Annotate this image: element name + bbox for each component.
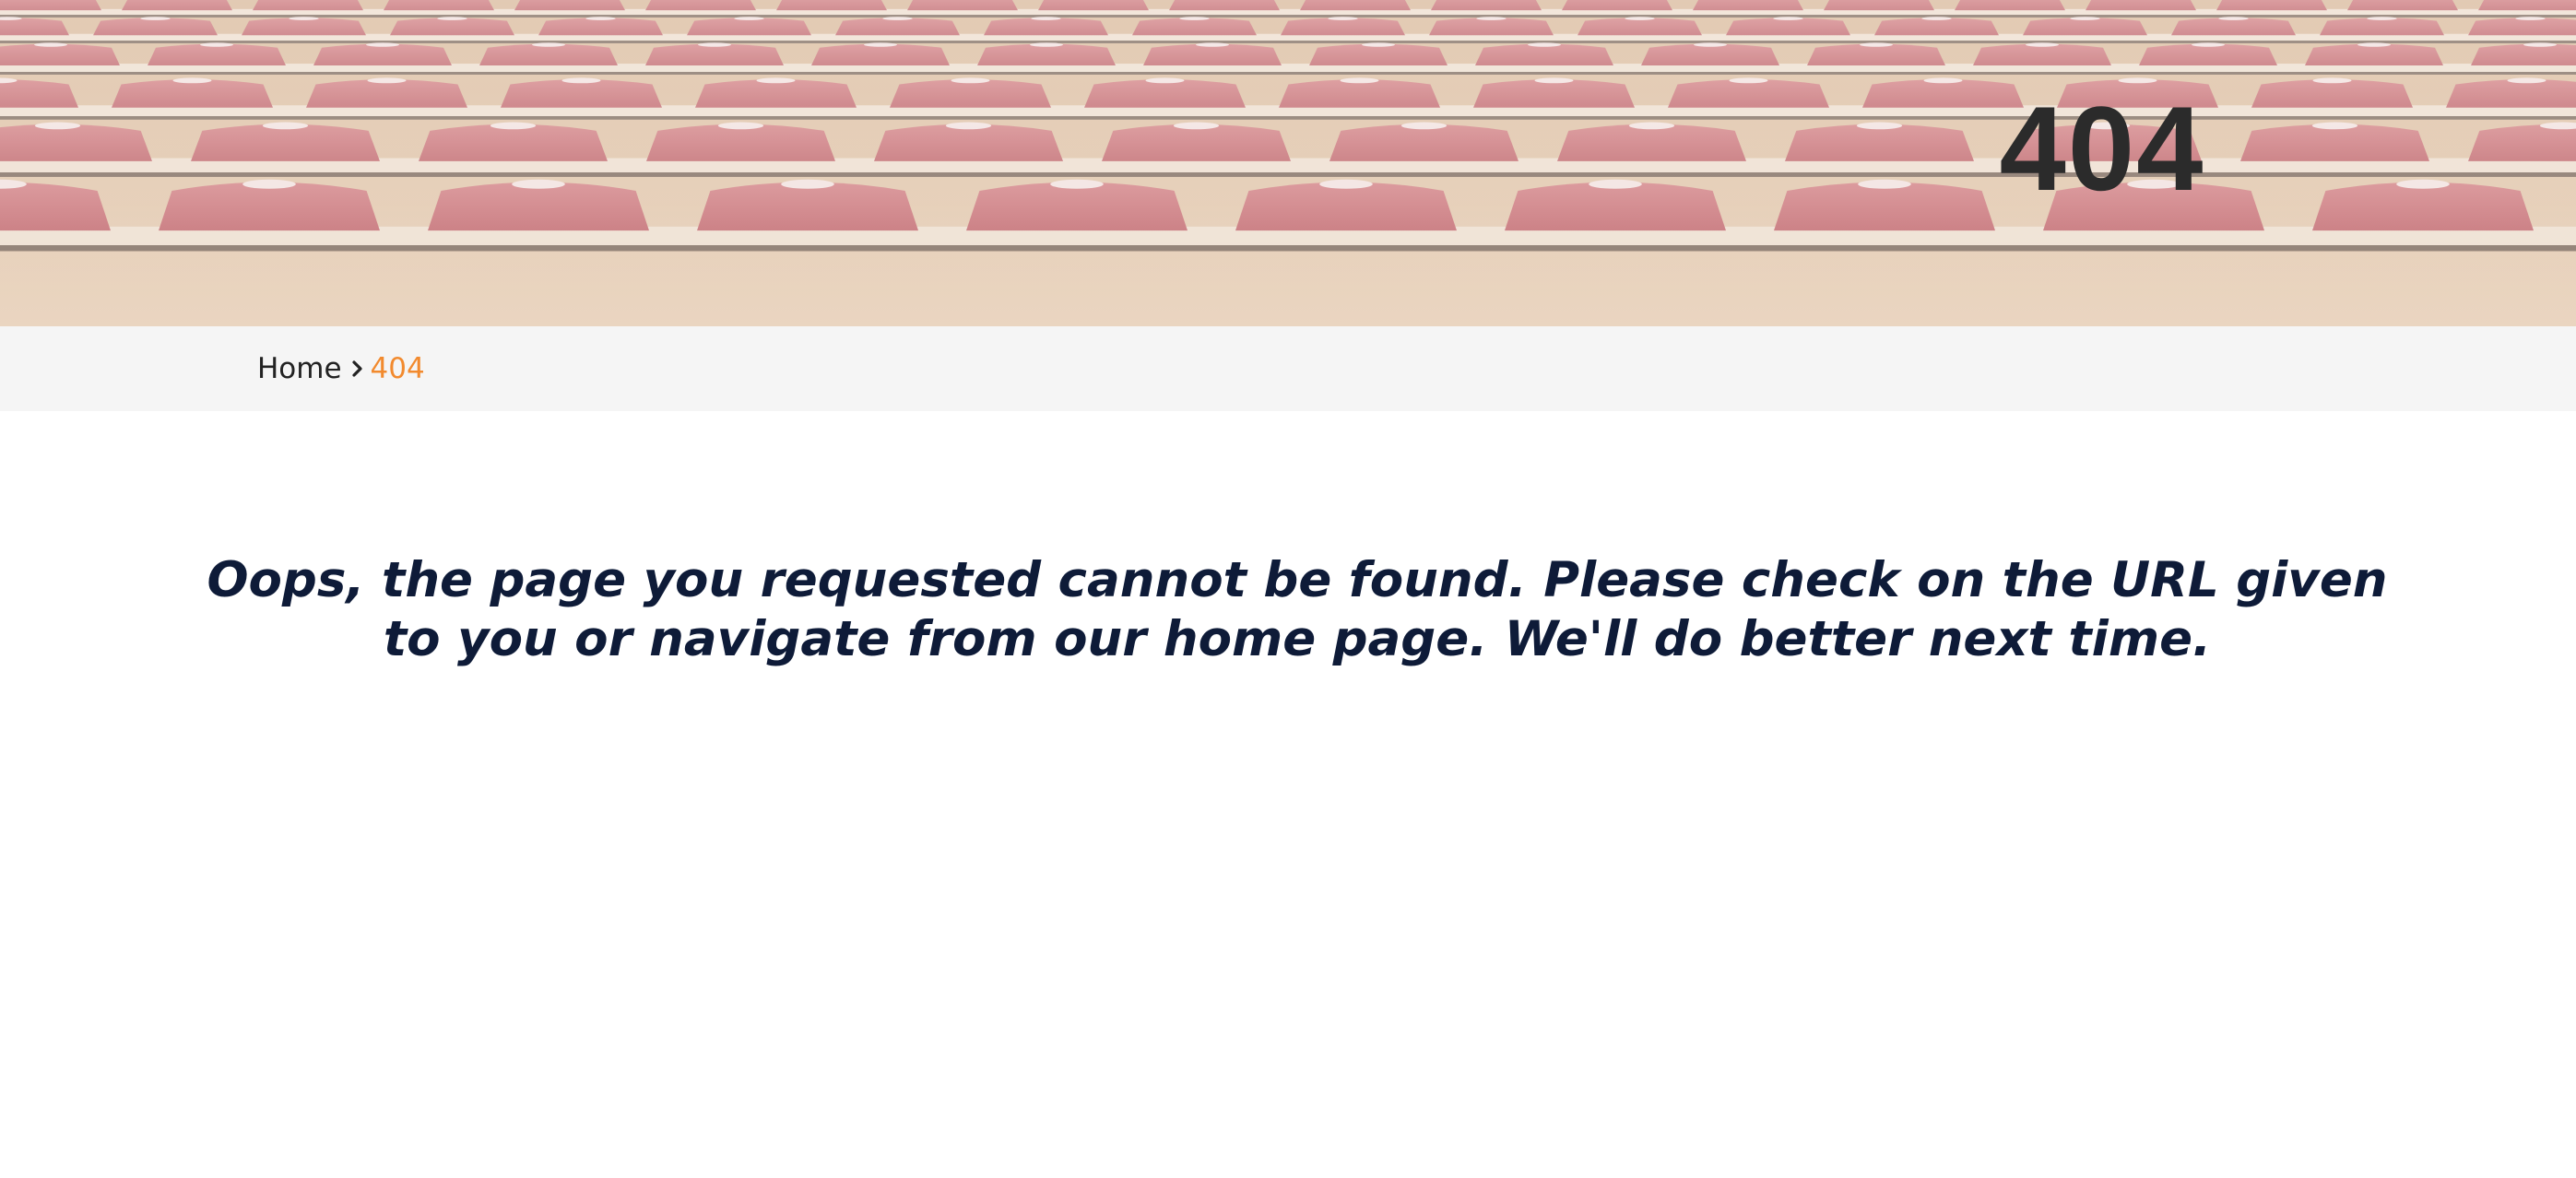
breadcrumb: Home 404	[257, 326, 425, 411]
breadcrumb-home-link[interactable]: Home	[257, 352, 342, 385]
breadcrumb-current: 404	[370, 352, 425, 385]
breadcrumb-bar: Home 404	[0, 326, 2576, 411]
not-found-message: Oops, the page you requested cannot be f…	[207, 552, 2388, 667]
page-title: 404	[1999, 81, 2205, 216]
chevron-right-icon	[351, 359, 364, 379]
hero-banner: 404	[0, 0, 2576, 326]
